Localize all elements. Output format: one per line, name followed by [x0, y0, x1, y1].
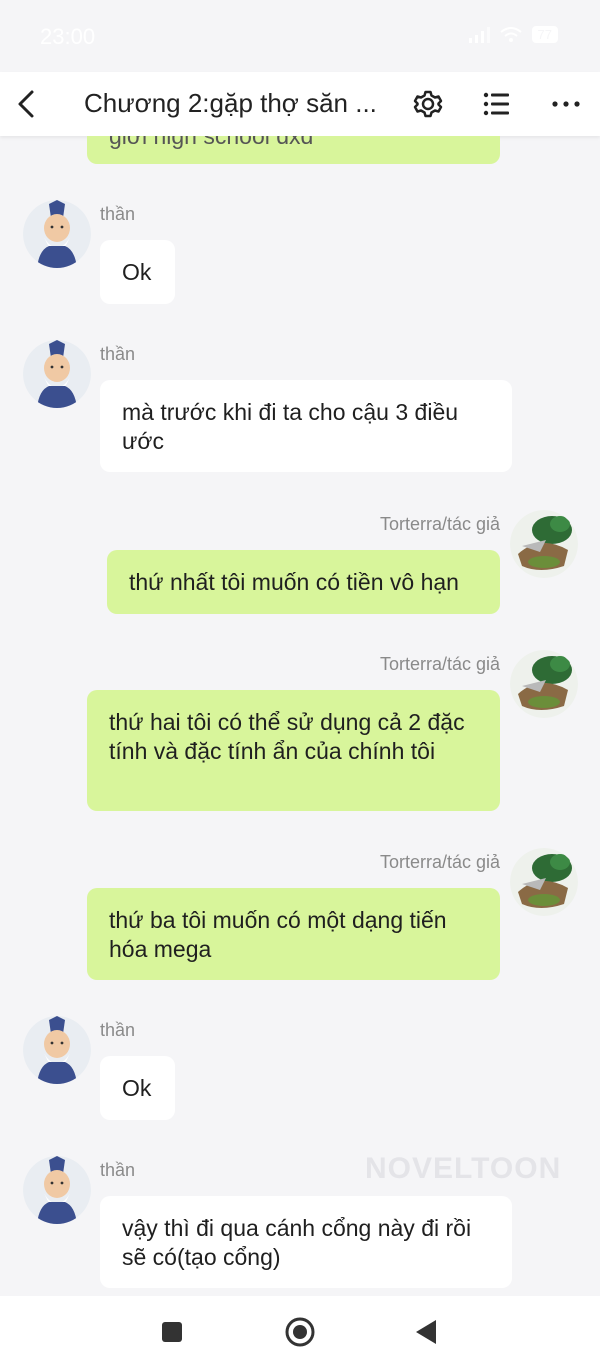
triangle-back-icon: [416, 1320, 436, 1344]
avatar-torterra[interactable]: [510, 510, 578, 578]
sender-name: Torterra/tác giả: [379, 852, 500, 872]
old-sage-avatar-icon: [23, 1016, 91, 1084]
message-text: Ok: [122, 259, 152, 285]
message-bubble: Ok: [100, 1056, 175, 1120]
avatar-than[interactable]: [23, 200, 91, 268]
message-bubble: thứ nhất tôi muốn có tiền vô hạn: [107, 550, 500, 614]
message-text: vậy thì đi qua cánh cổng này đi rồi sẽ c…: [122, 1215, 472, 1270]
settings-button[interactable]: [408, 84, 448, 124]
message-text: giới high school dxd: [109, 136, 314, 149]
noveltoon-watermark: NOVELTOON: [365, 1152, 562, 1185]
message-bubble: thứ hai tôi có thể sử dụng cả 2 đặc tính…: [87, 690, 500, 811]
avatar-than[interactable]: [23, 340, 91, 408]
status-bar: 23:00 77: [0, 0, 600, 72]
gear-icon: [413, 90, 443, 118]
system-navigation-bar: [0, 1296, 600, 1367]
chapter-title: Chương 2:gặp thợ săn ...: [84, 88, 377, 118]
torterra-avatar-icon: [510, 510, 578, 578]
message-text: thứ hai tôi có thể sử dụng cả 2 đặc tính…: [109, 709, 465, 764]
list-icon: [483, 92, 509, 116]
message-text: mà trước khi đi ta cho cậu 3 điều ước: [122, 399, 459, 454]
sender-name: Torterra/tác giả: [379, 514, 500, 534]
chapter-header: Chương 2:gặp thợ săn ...: [0, 72, 600, 136]
back-nav-button[interactable]: [406, 1312, 446, 1352]
torterra-avatar-icon: [510, 650, 578, 718]
message-bubble-partial: giới high school dxd: [87, 136, 500, 164]
back-button[interactable]: [10, 84, 46, 124]
message-bubble: vậy thì đi qua cánh cổng này đi rồi sẽ c…: [100, 1196, 512, 1288]
more-options-button[interactable]: [546, 84, 586, 124]
sender-name: thần: [100, 1160, 136, 1180]
avatar-than[interactable]: [23, 1016, 91, 1084]
old-sage-avatar-icon: [23, 340, 91, 408]
sender-name: thần: [100, 1020, 136, 1040]
message-text: Ok: [122, 1075, 152, 1101]
wifi-icon: [499, 26, 522, 42]
torterra-avatar-icon: [510, 848, 578, 916]
chapter-list-button[interactable]: [477, 84, 517, 124]
message-text: thứ ba tôi muốn có một dạng tiến hóa meg…: [109, 907, 447, 962]
sender-name: thần: [100, 204, 136, 224]
message-text: thứ nhất tôi muốn có tiền vô hạn: [129, 569, 459, 595]
sender-name: thần: [100, 344, 136, 364]
chat-content[interactable]: NOVELTOON giới high school dxd thần Ok t…: [0, 136, 600, 1296]
old-sage-avatar-icon: [23, 200, 91, 268]
recent-apps-button[interactable]: [152, 1312, 192, 1352]
avatar-torterra[interactable]: [510, 848, 578, 916]
message-bubble: thứ ba tôi muốn có một dạng tiến hóa meg…: [87, 888, 500, 980]
square-icon: [162, 1322, 182, 1342]
old-sage-avatar-icon: [23, 1156, 91, 1224]
message-bubble: mà trước khi đi ta cho cậu 3 điều ước: [100, 380, 512, 472]
chevron-left-icon: [18, 90, 34, 118]
avatar-torterra[interactable]: [510, 650, 578, 718]
signal-icon: [468, 26, 490, 43]
status-time: 23:00: [40, 24, 96, 49]
more-horizontal-icon: [552, 101, 580, 107]
home-button[interactable]: [280, 1312, 320, 1352]
avatar-than[interactable]: [23, 1156, 91, 1224]
sender-name: Torterra/tác giả: [379, 654, 500, 674]
message-bubble: Ok: [100, 240, 175, 304]
circle-home-icon: [285, 1317, 315, 1347]
status-icons: 77: [468, 26, 558, 43]
battery-indicator: 77: [531, 26, 558, 43]
